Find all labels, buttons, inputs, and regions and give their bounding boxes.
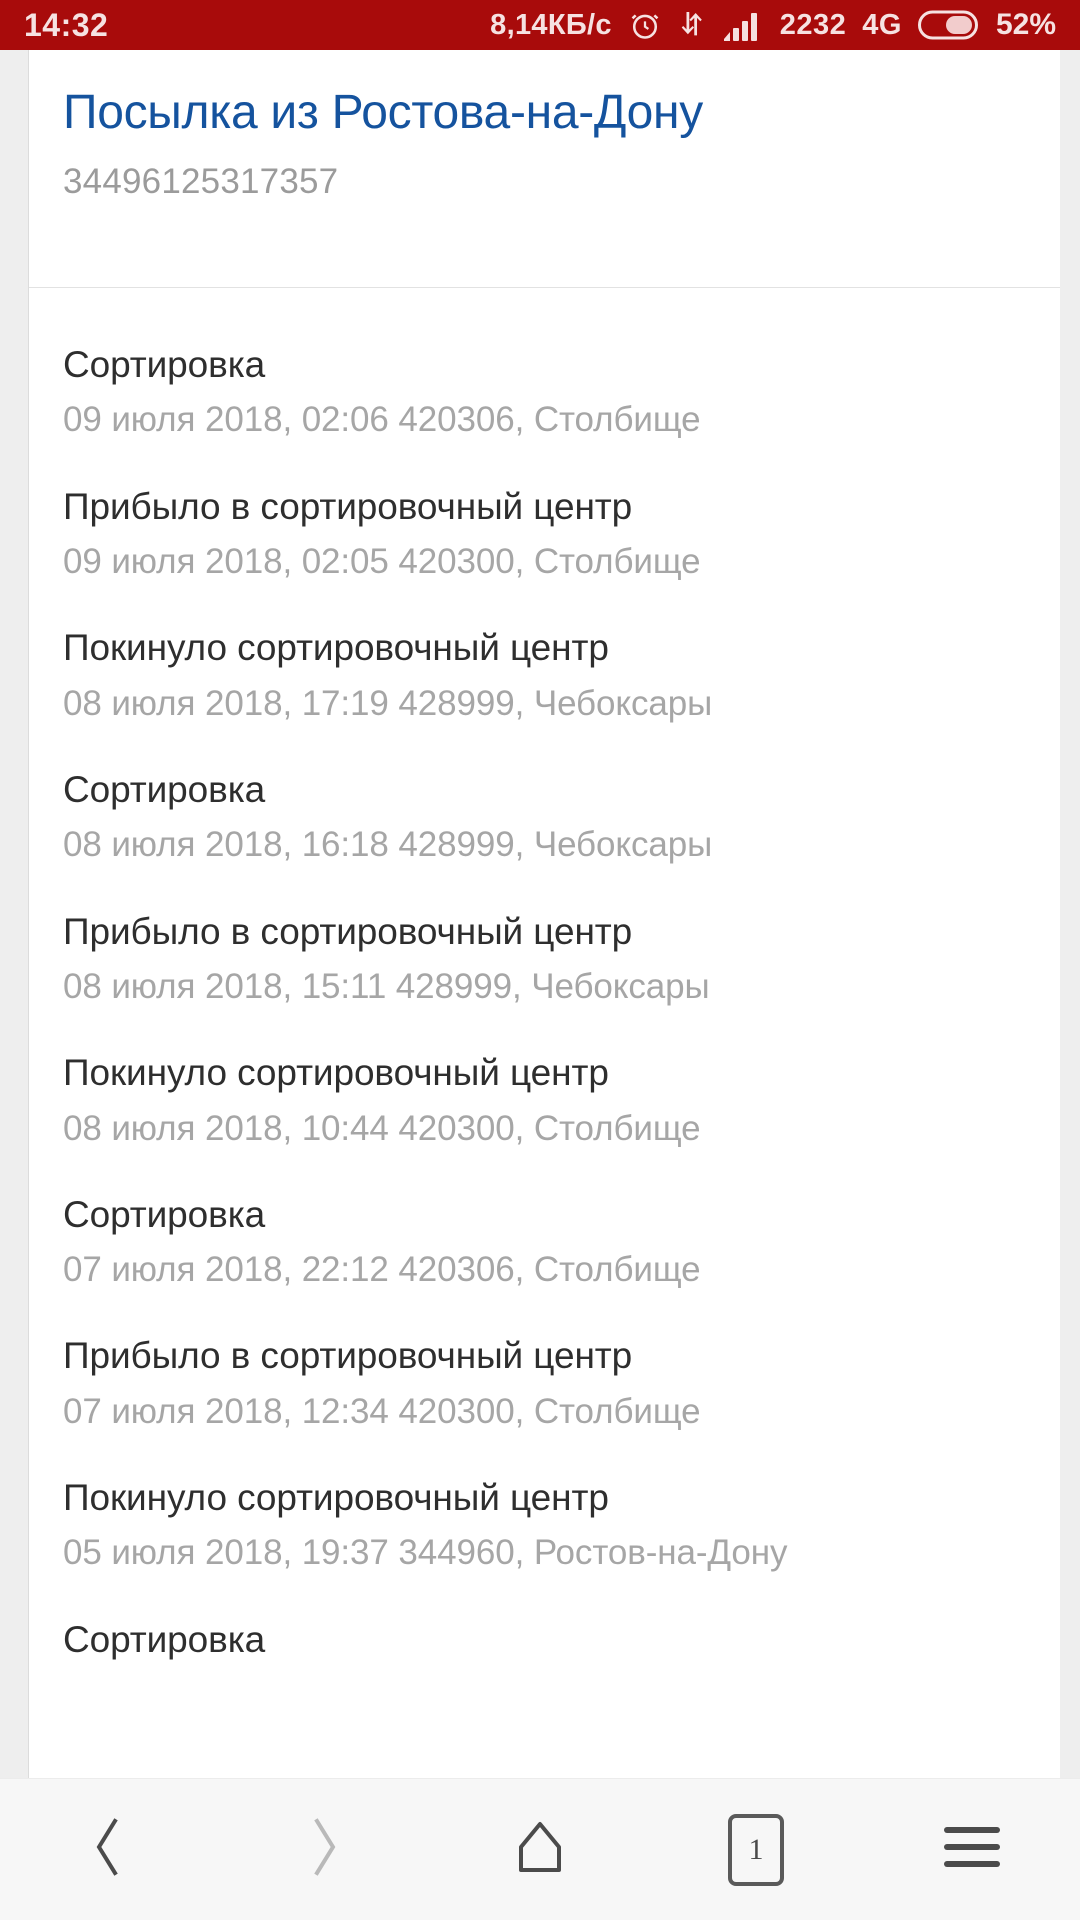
tracking-event: Покинуло сортировочный центр 08 июля 201… [63,581,1026,723]
page-title: Посылка из Ростова-на-Дону [63,86,703,139]
tracking-event: Прибыло в сортировочный центр 08 июля 20… [63,865,1026,1007]
event-meta: 08 июля 2018, 10:44 420300, Столбище [63,1108,701,1148]
tracking-event: Прибыло в сортировочный центр 07 июля 20… [63,1289,1026,1431]
tabs-button[interactable]: 1 [681,1779,831,1920]
event-meta: 08 июля 2018, 17:19 428999, Чебоксары [63,683,713,723]
event-status: Сортировка [63,344,266,385]
menu-button[interactable] [897,1779,1047,1920]
event-status: Покинуло сортировочный центр [63,1052,609,1094]
status-bar: 14:32 8,14КБ/с 2232 4G 52% [0,0,1080,50]
forward-button[interactable] [249,1779,399,1920]
status-bar-clock: 14:32 [24,6,109,43]
web-page-viewport[interactable]: Посылка из Ростова-на-Дону 3449612531735… [0,50,1080,1778]
screen: 14:32 8,14КБ/с 2232 4G 52% Посылка из Ро… [0,0,1080,1920]
chevron-right-icon [301,1815,347,1884]
data-transfer-arrows-icon [678,8,708,42]
tracking-event: Прибыло в сортировочный центр 09 июля 20… [63,440,1026,582]
tracking-event: Покинуло сортировочный центр 08 июля 201… [63,1006,1026,1148]
event-status: Сортировка [63,1618,266,1660]
event-meta: 09 июля 2018, 02:05 420300, Столбище [63,542,701,582]
alarm-clock-icon [628,8,662,42]
tracking-header: Посылка из Ростова-на-Дону 3449612531735… [29,50,1060,288]
browser-navigation-bar: 1 [0,1778,1080,1920]
tab-count-icon: 1 [728,1813,784,1886]
event-meta: 05 июля 2018, 19:37 344960, Ростов-на-До… [63,1533,788,1573]
event-meta: 09 июля 2018, 02:06 420306, Столбище [63,400,701,440]
network-type-label: 4G [862,8,902,41]
battery-icon [917,9,980,41]
sim-label: 2232 [779,8,847,41]
tracking-card: Посылка из Ростова-на-Дону 3449612531735… [28,50,1060,1778]
event-status: Прибыло в сортировочный центр [63,485,633,527]
back-button[interactable] [33,1779,183,1920]
tracking-event: Сортировка 08 июля 2018, 16:18 428999, Ч… [63,723,1026,865]
network-speed-label: 8,14КБ/с [490,8,612,41]
home-button[interactable] [465,1779,615,1920]
page-right-edge [1076,50,1080,1778]
event-meta: 08 июля 2018, 16:18 428999, Чебоксары [63,825,713,865]
status-bar-indicators: 8,14КБ/с 2232 4G 52% [490,8,1056,42]
event-status: Покинуло сортировочный центр [63,627,609,669]
signal-bars-icon [723,9,764,41]
event-meta: 07 июля 2018, 12:34 420300, Столбище [63,1391,701,1431]
event-status: Прибыло в сортировочный центр [63,910,633,952]
tracking-events-list: Сортировка 09 июля 2018, 02:06 420306, С… [29,288,1060,1660]
hamburger-menu-icon [941,1821,1003,1878]
tracking-event: Покинуло сортировочный центр 05 июля 201… [63,1431,1026,1573]
chevron-left-icon [85,1815,131,1884]
tracking-event: Сортировка 07 июля 2018, 22:12 420306, С… [63,1148,1026,1290]
battery-percent-label: 52% [995,8,1056,41]
event-status: Сортировка [63,1193,266,1235]
event-meta: 08 июля 2018, 15:11 428999, Чебоксары [63,966,710,1006]
event-status: Прибыло в сортировочный центр [63,1335,633,1377]
tracking-event: Сортировка 09 июля 2018, 02:06 420306, С… [63,288,1026,440]
event-status: Сортировка [63,768,266,810]
home-icon [509,1816,571,1883]
event-status: Покинуло сортировочный центр [63,1477,609,1518]
tracking-event: Сортировка [63,1573,1026,1660]
tracking-number: 34496125317357 [63,161,339,201]
tab-count-label: 1 [748,1832,764,1866]
event-meta: 07 июля 2018, 22:12 420306, Столбище [63,1250,701,1290]
